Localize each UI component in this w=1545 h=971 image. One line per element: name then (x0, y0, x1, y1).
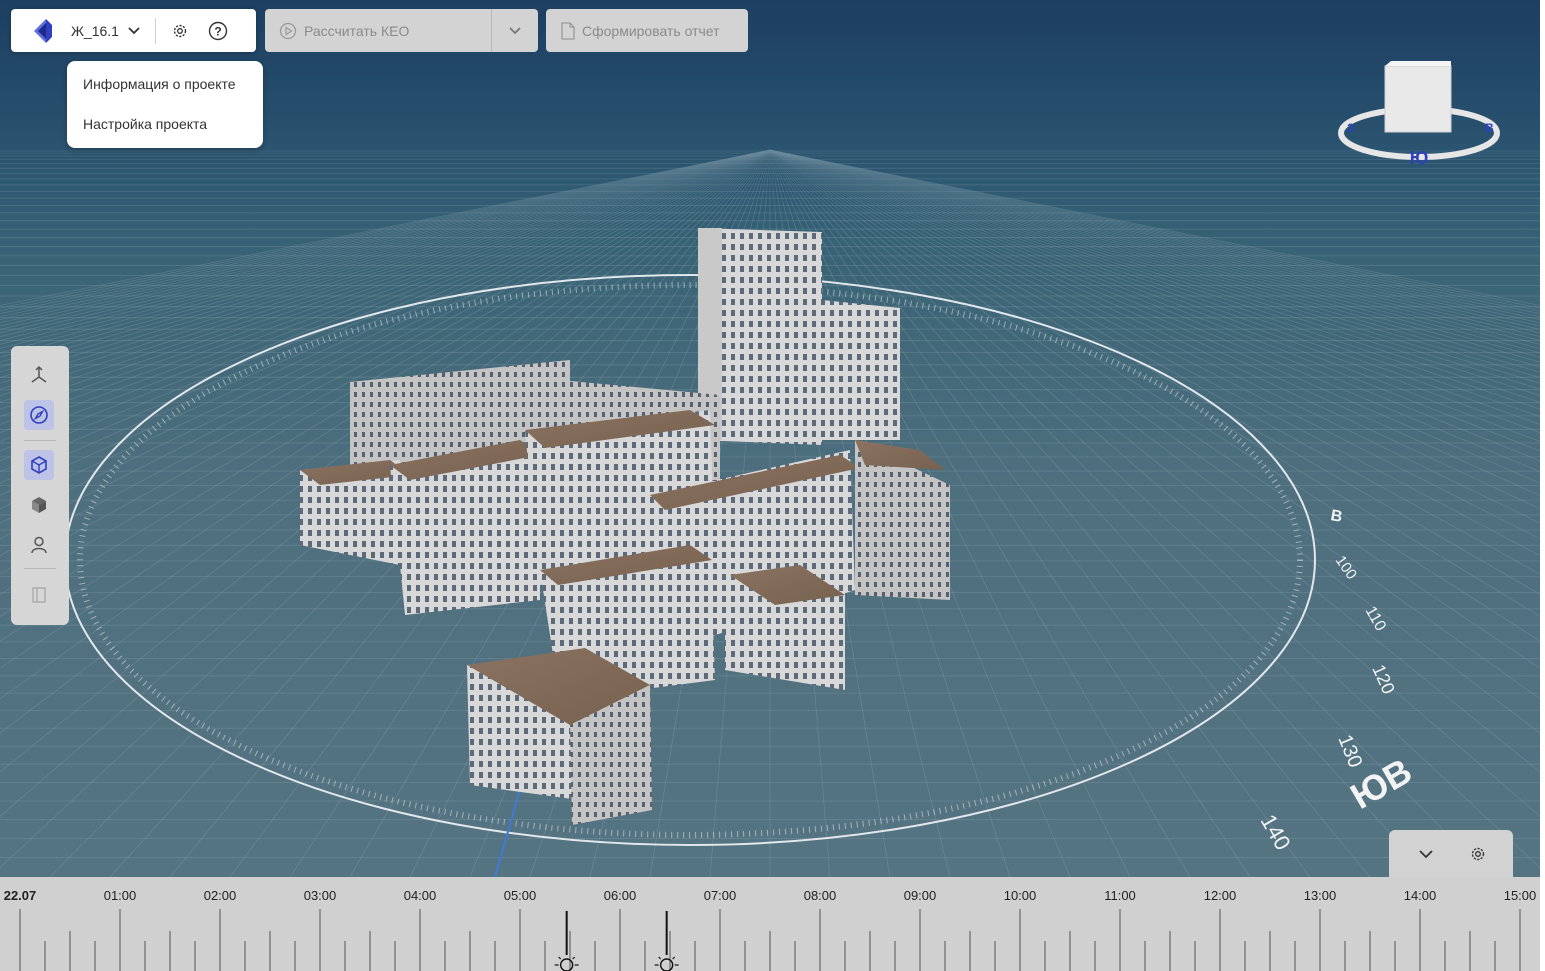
calculate-keo-label: Рассчитать КЕО (304, 22, 410, 39)
project-menu: Информация о проекте Настройка проекта (67, 61, 263, 148)
project-name[interactable]: Ж_16.1 (71, 23, 119, 39)
chevron-down-icon (1419, 849, 1433, 858)
generate-report-label: Сформировать отчет (582, 22, 720, 39)
cube-solid-icon (32, 497, 46, 513)
timeline-hour-label: 08:00 (803, 888, 837, 903)
calculate-options-dropdown[interactable] (492, 9, 538, 52)
timeline-hour-label: 10:00 (1003, 888, 1037, 903)
timeline-hour-label: 03:00 (303, 888, 337, 903)
wireframe-view-button[interactable] (24, 450, 54, 480)
compass-button[interactable] (24, 400, 54, 430)
chevron-down-icon (509, 26, 521, 34)
help-button[interactable]: ? (207, 20, 229, 42)
compass-icon (30, 406, 48, 424)
timeline-hour-label: 15:00 (1503, 888, 1537, 903)
sun-marker-icon (654, 911, 679, 971)
view-cube-south: Ю (1410, 148, 1429, 168)
view-cube[interactable]: Ю З В (1335, 58, 1505, 168)
side-panel-button[interactable] (24, 580, 54, 610)
timeline-hour-label: 12:00 (1203, 888, 1237, 903)
menu-item-project-settings[interactable]: Настройка проекта (83, 116, 207, 132)
timeline-date: 22.07 (3, 888, 37, 903)
panel-icon (32, 587, 46, 603)
timeline-settings-button[interactable] (1467, 843, 1489, 865)
toolbar-divider (24, 440, 56, 441)
project-panel: Ж_16.1 ? (11, 9, 256, 52)
toolbar-divider (24, 568, 56, 569)
timeline-hour-label: 02:00 (203, 888, 237, 903)
settings-button[interactable] (170, 21, 190, 41)
gear-icon (173, 24, 187, 37)
timeline-hour-label: 09:00 (903, 888, 937, 903)
gear-icon (1471, 847, 1485, 860)
svg-text:?: ? (214, 24, 221, 38)
person-icon (31, 536, 47, 554)
menu-item-project-info[interactable]: Информация о проекте (83, 76, 236, 92)
app-logo-icon (34, 18, 52, 43)
question-circle-icon: ? (208, 21, 228, 40)
calculate-keo-button[interactable]: Рассчитать КЕО (265, 9, 538, 52)
document-export-icon (561, 21, 575, 40)
timeline-hour-label: 14:00 (1403, 888, 1437, 903)
sunrise-marker-icon (554, 911, 579, 971)
timeline-hour-label: 06:00 (603, 888, 637, 903)
chevron-down-icon[interactable] (127, 24, 141, 38)
timeline[interactable]: 22.07 01:00 02:00 03:00 04:00 05:00 06:00 07:0… (0, 877, 1540, 971)
view-cube-east: В (1485, 121, 1494, 135)
solid-view-button[interactable] (24, 490, 54, 520)
timeline-hour-label: 01:00 (103, 888, 137, 903)
timeline-hour-label: 05:00 (503, 888, 537, 903)
timeline-controls (1389, 830, 1513, 877)
divider (154, 17, 156, 44)
collapse-timeline-button[interactable] (1415, 843, 1437, 865)
play-circle-icon (279, 22, 297, 39)
view-cube-west: З (1347, 121, 1355, 135)
timeline-hour-label: 11:00 (1104, 888, 1136, 903)
person-view-button[interactable] (24, 530, 54, 560)
view-toolbar (11, 346, 69, 625)
cube-outline-icon (31, 456, 47, 474)
timeline-hour-label: 13:00 (1303, 888, 1337, 903)
generate-report-button[interactable]: Сформировать отчет (546, 9, 748, 52)
timeline-hour-label: 07:00 (703, 888, 737, 903)
window-edge (1540, 0, 1545, 971)
axes-button[interactable] (24, 360, 54, 390)
timeline-hour-label: 04:00 (403, 888, 437, 903)
axes-icon (31, 365, 47, 383)
calculate-keo-main[interactable]: Рассчитать КЕО (265, 9, 492, 52)
